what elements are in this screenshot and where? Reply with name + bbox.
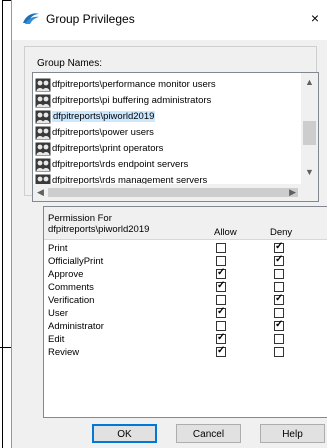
scroll-down-arrow-icon[interactable]: ▼ [305,167,314,177]
permission-label: Review [48,347,80,358]
scroll-left-arrow-icon[interactable]: ◀ [37,187,44,198]
group-users-icon [35,142,51,156]
background-frame-line-left [2,0,3,448]
permission-row: Approve [44,267,327,281]
group-list-item[interactable]: dfpitreports\rds endpoint servers [33,157,300,173]
permission-label: Print [48,243,68,254]
group-list-item-label: dfpitreports\print operators [52,143,164,154]
group-privileges-dialog: Group Privileges × Group Names: dfpitrep… [12,0,327,448]
permission-label: Administrator [48,321,104,332]
allow-checkbox[interactable] [216,267,226,279]
group-names-list[interactable]: dfpitreports\performance monitor users df… [32,72,319,202]
group-list-item-label: dfpitreports\piworld2019 [52,111,156,122]
permission-row: Review [44,345,327,359]
permission-for-label: Permission For dfpitreports\piworld2019 [48,213,150,235]
group-list-item-label: dfpitreports\pi buffering administrators [52,95,212,106]
permission-row: Print [44,241,327,255]
deny-checkbox[interactable] [274,269,284,279]
permissions-header: Permission For dfpitreports\piworld2019 … [44,207,327,240]
scroll-right-arrow-icon[interactable]: ▶ [289,187,296,198]
group-names-label: Group Names: [37,58,103,69]
allow-checkbox[interactable] [216,306,226,318]
title-bar: Group Privileges × [12,0,327,40]
permission-label: OfficiallyPrint [48,256,104,267]
allow-checkbox[interactable] [216,321,226,331]
deny-checkbox[interactable] [274,241,284,253]
deny-checkbox[interactable] [274,334,284,344]
group-users-icon [35,94,51,108]
group-list-item-label: dfpitreports\rds endpoint servers [52,159,189,170]
permission-label: User [48,308,69,319]
close-button[interactable]: × [303,6,327,30]
permissions-list: Permission For dfpitreports\piworld2019 … [43,206,327,418]
allow-checkbox[interactable] [216,280,226,292]
permission-label: Comments [48,282,94,293]
scroll-up-arrow-icon[interactable]: ▲ [305,77,314,87]
group-list-item[interactable]: dfpitreports\power users [33,125,300,141]
permission-row: Administrator [44,319,327,333]
permission-row: OfficiallyPrint [44,254,327,268]
permission-row: Edit [44,332,327,346]
allow-checkbox[interactable] [216,332,226,344]
allow-checkbox[interactable] [216,295,226,305]
group-list-item-label: dfpitreports\performance monitor users [52,79,216,90]
ok-button[interactable]: OK [92,424,157,443]
permission-row: Comments [44,280,327,294]
background-frame-line-top [2,0,12,1]
deny-column-header: Deny [270,227,293,238]
group-users-icon [35,158,51,172]
group-list-item[interactable]: dfpitreports\print operators [33,141,300,157]
window-title: Group Privileges [46,12,135,26]
permission-row: Verification [44,293,327,307]
allow-checkbox[interactable] [216,243,226,253]
group-list-item-label: dfpitreports\power users [52,127,154,138]
allow-column-header: Allow [214,227,237,238]
app-logo-icon [23,13,39,24]
help-button[interactable]: Help [260,424,325,443]
group-list-item[interactable]: dfpitreports\pi buffering administrators [33,93,300,109]
group-users-icon [35,78,51,92]
group-list-item[interactable]: dfpitreports\performance monitor users [33,77,300,93]
deny-checkbox[interactable] [274,319,284,331]
background-frame-line-middle [0,347,12,348]
deny-checkbox[interactable] [274,282,284,292]
horizontal-scroll-thumb[interactable] [48,188,298,197]
deny-checkbox[interactable] [274,293,284,305]
deny-checkbox[interactable] [274,347,284,357]
cancel-button[interactable]: Cancel [176,424,241,443]
deny-checkbox[interactable] [274,254,284,266]
horizontal-scrollbar[interactable]: ◀ ▶ [33,184,318,201]
permission-label: Approve [48,269,84,280]
group-list-item[interactable]: dfpitreports\piworld2019 [33,109,300,125]
vertical-scrollbar[interactable]: ▲ ▼ [301,73,318,184]
permission-label: Verification [48,295,95,306]
deny-checkbox[interactable] [274,308,284,318]
allow-checkbox[interactable] [216,256,226,266]
group-users-icon [35,126,51,140]
group-users-icon [35,110,51,124]
vertical-scroll-thumb[interactable] [303,121,316,145]
permission-row: User [44,306,327,320]
permission-label: Edit [48,334,65,345]
allow-checkbox[interactable] [216,345,226,357]
